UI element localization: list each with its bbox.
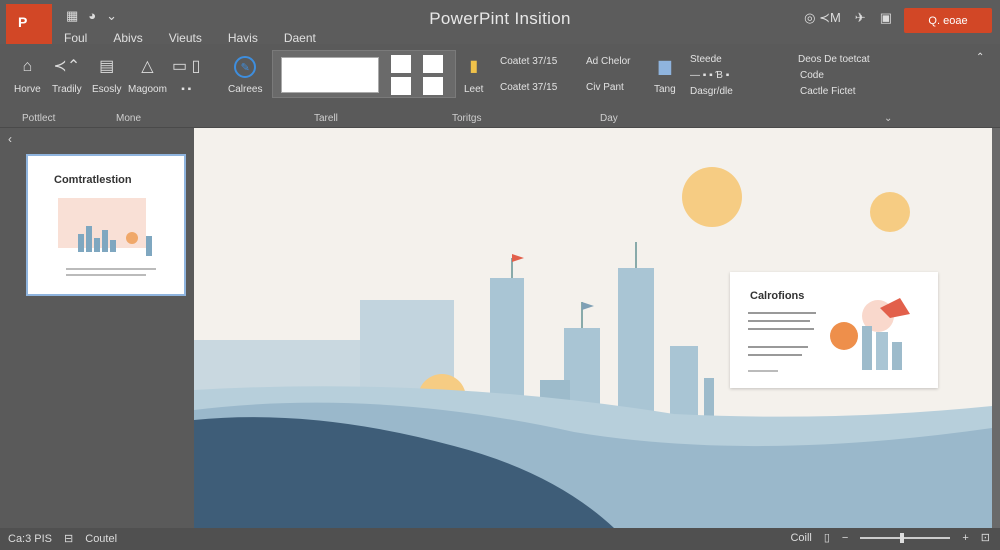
pin-button[interactable]: ✎ Calrees bbox=[228, 56, 262, 95]
slide-thumbnail-pane: ‹ Comtratlestion bbox=[0, 128, 194, 528]
fit-to-window-icon[interactable]: ⊡ bbox=[981, 531, 990, 544]
group-label-4: Day bbox=[600, 113, 618, 124]
card-illustration bbox=[748, 298, 910, 372]
slide-thumbnail-1[interactable]: Comtratlestion bbox=[26, 154, 186, 296]
home-icon: ⌂ bbox=[22, 58, 33, 75]
zoom-slider[interactable] bbox=[860, 532, 951, 543]
chart-item-2[interactable]: Coatet 37/15 bbox=[500, 82, 557, 93]
dots-label: ▪ ▪ bbox=[181, 84, 192, 95]
chart-item-1[interactable]: Coatet 37/15 bbox=[500, 56, 557, 67]
title-bar: P ▦ ◕ ⌄ PowerPint Insition Foul Abivs Vi… bbox=[0, 0, 1000, 45]
group-label-3: Toritgs bbox=[452, 113, 482, 124]
ad-chelor-item[interactable]: Ad Chelor bbox=[586, 56, 630, 67]
group-label-1: Mone bbox=[116, 113, 142, 124]
notes-button[interactable]: Coutel bbox=[85, 533, 117, 545]
folder-icon: ▮ bbox=[469, 58, 479, 75]
leet-button[interactable]: ▮ Leet bbox=[464, 56, 483, 95]
sun-small bbox=[870, 192, 910, 232]
cactle-item[interactable]: Cactle Fictet bbox=[800, 86, 856, 97]
clipboard-button[interactable]: ▤ Esosly bbox=[92, 56, 121, 95]
layout-thumb-main[interactable] bbox=[281, 57, 379, 93]
title-right-icons: ◎ ≺M ✈ ▣ bbox=[804, 10, 892, 26]
ribbon: ⌂ Horve ≺⌃ Tradily ▤ Esosly △ Magoom ▭ ▯… bbox=[0, 44, 1000, 128]
tab-foul[interactable]: Foul bbox=[64, 31, 87, 45]
steede-item[interactable]: Steede bbox=[690, 54, 722, 65]
tab-vieuts[interactable]: Vieuts bbox=[169, 31, 202, 45]
layout-thumb-c[interactable] bbox=[423, 55, 443, 73]
clipboard-label: Esosly bbox=[92, 84, 122, 95]
layout-thumb-e[interactable] bbox=[423, 77, 443, 95]
undo-label: Tradily bbox=[52, 84, 82, 95]
share-label: Q. eoae bbox=[928, 14, 968, 27]
comments-icon[interactable]: ◎ ≺M bbox=[804, 10, 841, 26]
group-label-2: Tarell bbox=[314, 113, 338, 124]
pin-label: Calrees bbox=[228, 84, 263, 95]
shapes-icon: △ bbox=[141, 58, 154, 75]
shapes-button[interactable]: △ Magoom bbox=[128, 56, 167, 95]
civ-pant-item[interactable]: Civ Pant bbox=[586, 82, 624, 93]
home-button[interactable]: ⌂ Horve bbox=[14, 56, 41, 95]
home-label: Horve bbox=[14, 84, 41, 95]
zoom-out-icon[interactable]: − bbox=[842, 532, 848, 544]
box-button[interactable]: ▭ ▯ ▪ ▪ bbox=[172, 56, 200, 95]
clipboard-icon: ▤ bbox=[99, 58, 115, 75]
deos-code-item[interactable]: Code bbox=[800, 70, 824, 81]
group-label-0: Pottlect bbox=[22, 113, 56, 124]
table-icon: ▆ bbox=[658, 58, 671, 75]
undo-button[interactable]: ≺⌃ Tradily bbox=[52, 56, 82, 95]
format-row[interactable]: — ▪ ▪ Ɓ ▪ bbox=[690, 70, 729, 81]
tang-button[interactable]: ▆ Tang bbox=[654, 56, 676, 95]
sun-large bbox=[682, 167, 742, 227]
content-card[interactable]: Calrofions bbox=[730, 272, 938, 388]
thumbnail-illustration bbox=[58, 198, 156, 276]
share-button[interactable]: Q. eoae bbox=[904, 8, 992, 33]
shapes-label: Magoom bbox=[128, 84, 167, 95]
collapse-ribbon-icon[interactable]: ⌃ bbox=[976, 52, 984, 63]
dasgr-item[interactable]: Dasgr/dle bbox=[690, 86, 733, 97]
deos-title-item[interactable]: Deos De toetcat bbox=[798, 54, 870, 65]
status-right: Coill ▯ − + ⊡ bbox=[790, 531, 990, 545]
zoom-in-icon[interactable]: + bbox=[962, 532, 968, 544]
tang-label: Tang bbox=[654, 84, 676, 95]
notes-icon[interactable]: ⊟ bbox=[64, 532, 73, 545]
zoom-slider-thumb[interactable] bbox=[900, 532, 905, 543]
layout-thumb-b[interactable] bbox=[391, 55, 411, 73]
box-icon: ▭ ▯ bbox=[172, 58, 201, 75]
main-slide-canvas[interactable]: Calrofions bbox=[194, 128, 992, 528]
group-label-expand-icon[interactable]: ⌄ bbox=[884, 113, 892, 124]
tab-havis[interactable]: Havis bbox=[228, 31, 258, 45]
pen-icon: ✎ bbox=[234, 56, 257, 78]
status-left: Ca:3 PIS ⊟ Coutel bbox=[8, 532, 117, 546]
layout-gallery[interactable] bbox=[272, 50, 456, 98]
tab-daent[interactable]: Daent bbox=[284, 31, 316, 45]
layout-thumb-d[interactable] bbox=[391, 77, 411, 95]
vertical-scrollbar[interactable] bbox=[992, 128, 1000, 528]
ribbon-tabs: Foul Abivs Vieuts Havis Daent bbox=[64, 31, 316, 45]
collapse-pane-icon[interactable]: ‹ bbox=[8, 132, 12, 146]
pin-icon[interactable]: ✈ bbox=[855, 10, 866, 26]
slide-indicator: Ca:3 PIS bbox=[8, 532, 53, 545]
undo-icon: ≺⌃ bbox=[53, 58, 81, 75]
leet-label: Leet bbox=[464, 84, 484, 95]
tab-abivs[interactable]: Abivs bbox=[113, 31, 142, 45]
normal-view-icon[interactable]: ▯ bbox=[824, 531, 830, 544]
status-bar: Ca:3 PIS ⊟ Coutel Coill ▯ − + ⊡ bbox=[0, 528, 1000, 550]
view-label[interactable]: Coill bbox=[790, 532, 811, 544]
window-icon[interactable]: ▣ bbox=[880, 10, 892, 26]
ribbon-group-labels: Pottlect Mone Tarell Toritgs Day ⌄ bbox=[0, 111, 1000, 128]
